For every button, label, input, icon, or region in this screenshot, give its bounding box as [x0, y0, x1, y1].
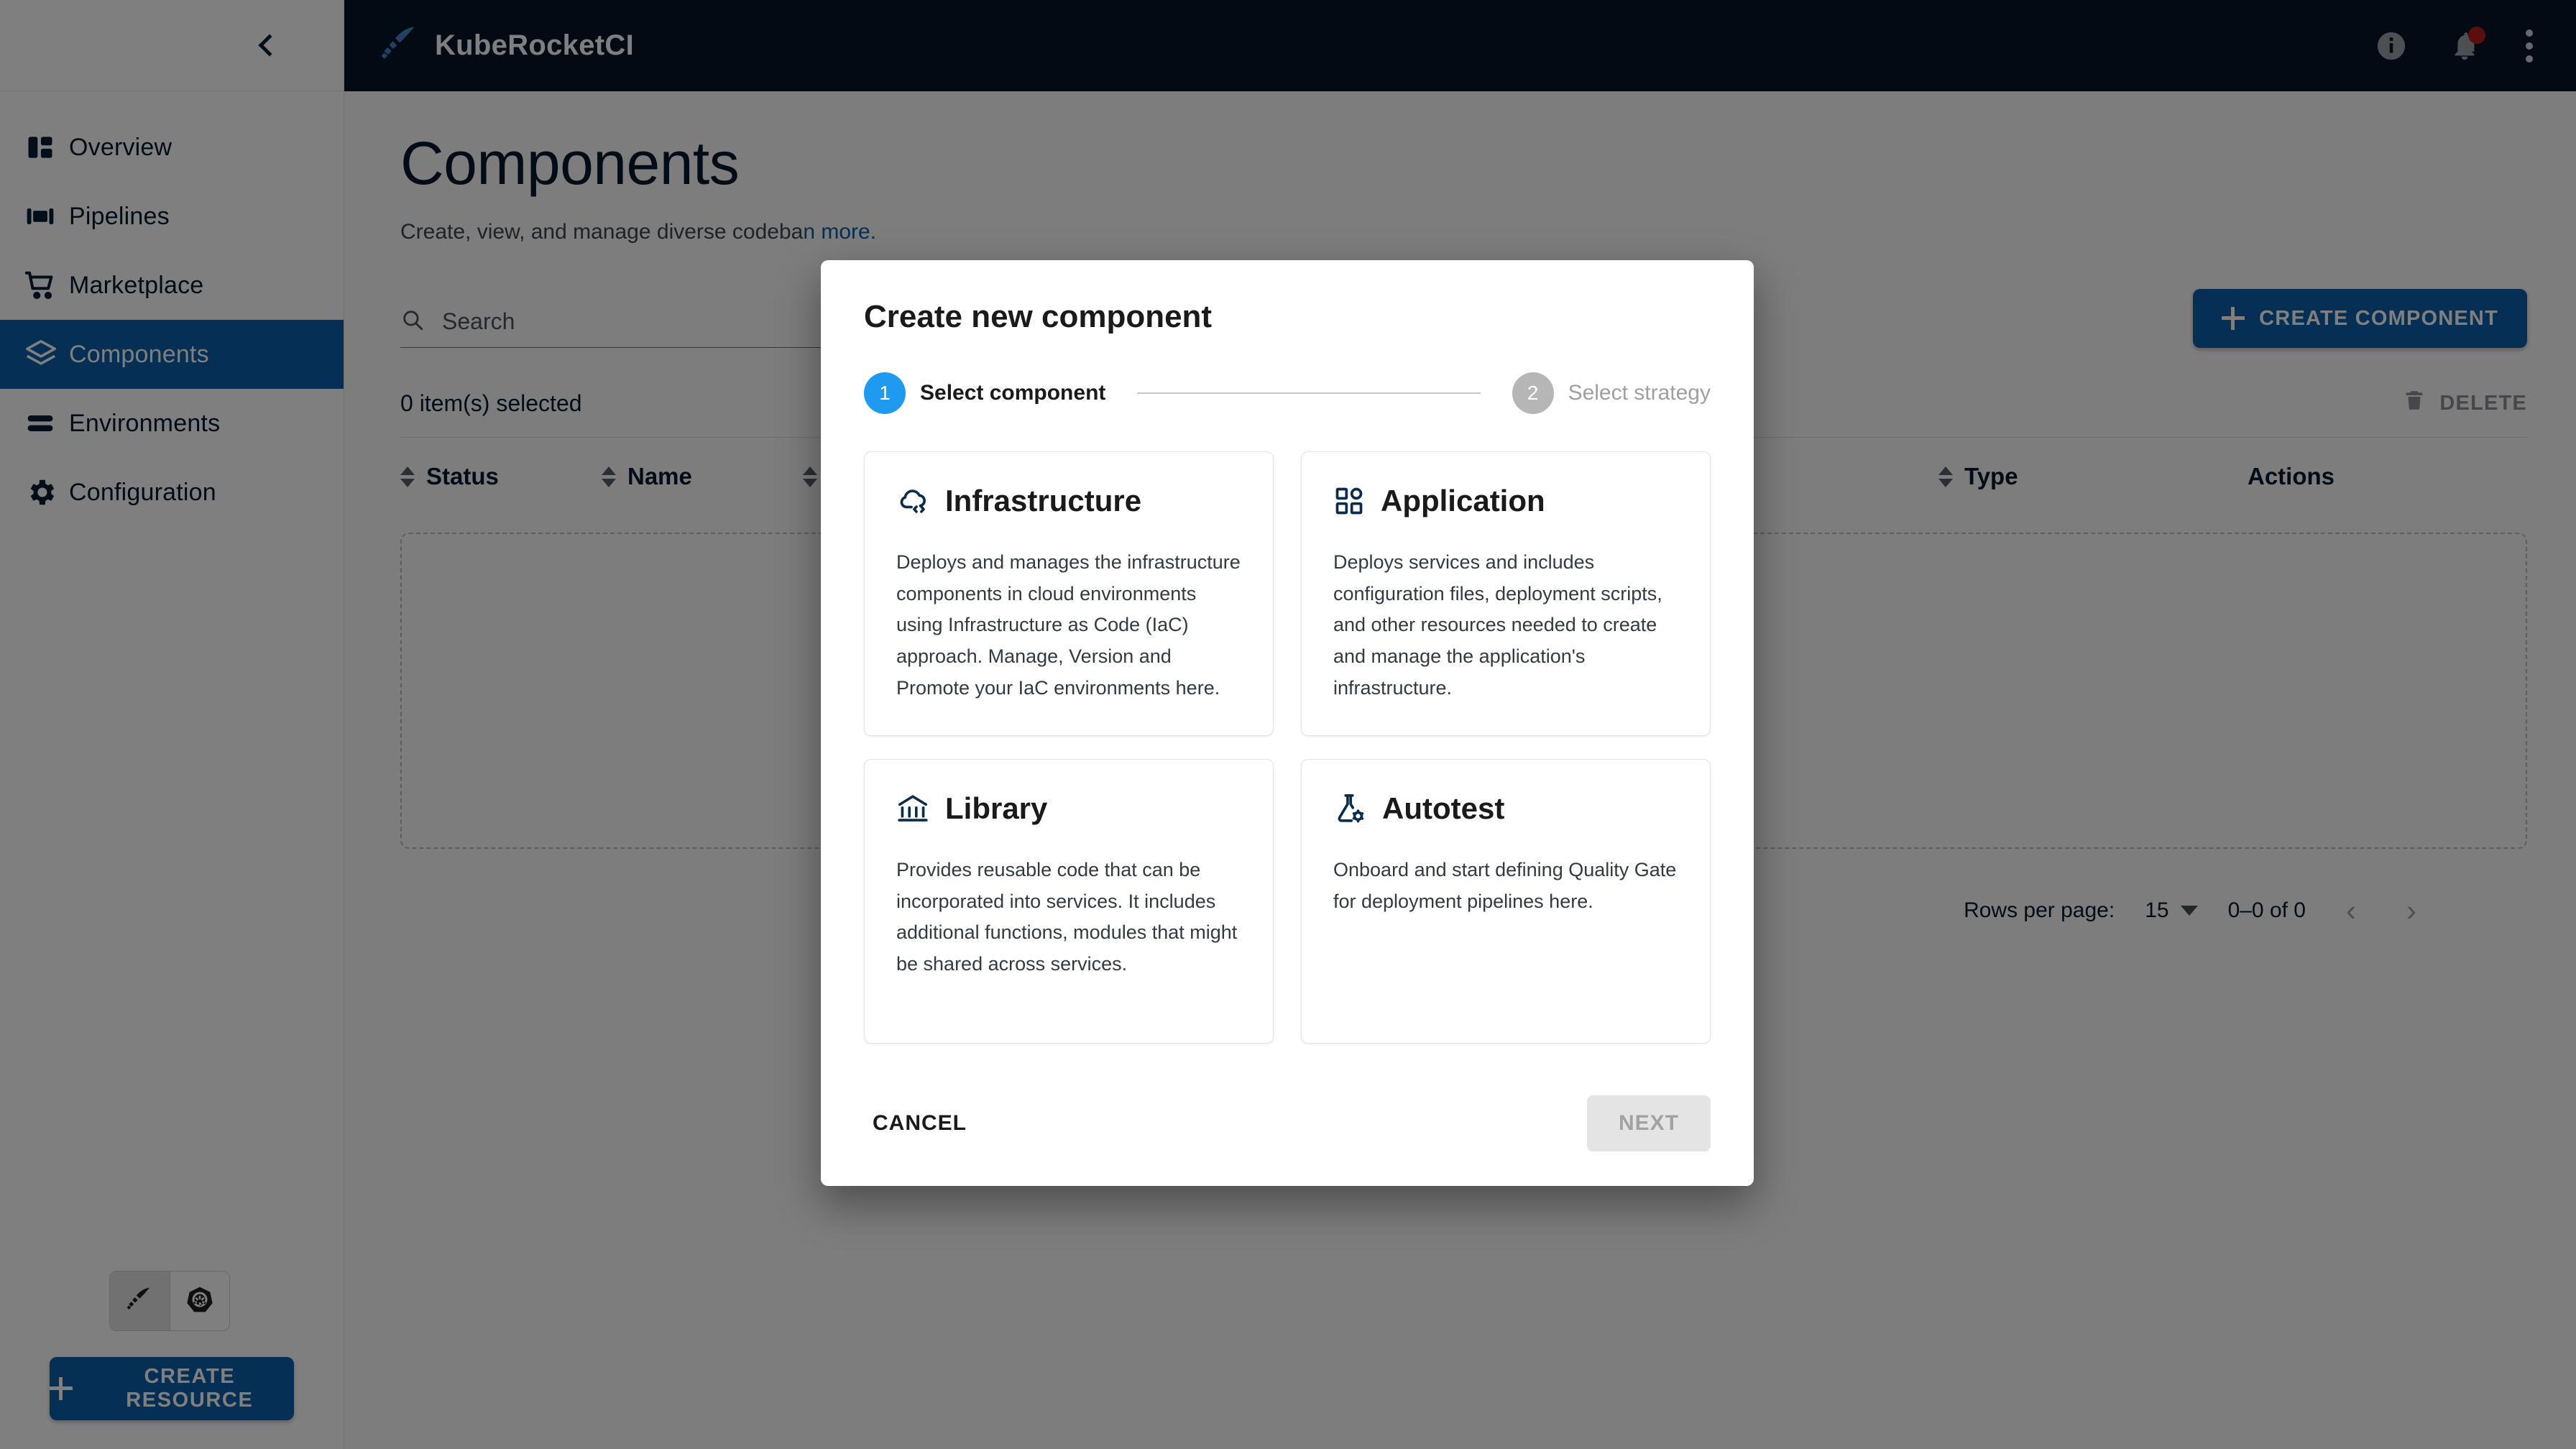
card-title: Infrastructure [945, 484, 1142, 518]
step-select-component[interactable]: 1 Select component [864, 372, 1105, 414]
cloud-code-icon [896, 484, 929, 518]
dialog-footer: CANCEL NEXT [821, 1095, 1754, 1186]
step-number-badge: 2 [1512, 372, 1554, 414]
card-title: Autotest [1382, 791, 1505, 825]
card-description: Onboard and start defining Quality Gate … [1333, 859, 1677, 912]
component-type-cards: Infrastructure Deploys and manages the i… [821, 414, 1754, 1044]
card-header: Library [896, 791, 1241, 826]
stepper-connector [1137, 392, 1481, 394]
card-infrastructure[interactable]: Infrastructure Deploys and manages the i… [864, 451, 1274, 736]
step-select-strategy: 2 Select strategy [1512, 372, 1711, 414]
card-description: Deploys services and includes configurat… [1333, 551, 1662, 699]
flask-gear-icon [1333, 792, 1366, 825]
card-header: Application [1333, 484, 1678, 518]
screen-root: Overview Pipelines [0, 0, 2576, 1449]
card-title: Application [1381, 484, 1545, 518]
app-grid-icon [1333, 485, 1365, 517]
card-autotest[interactable]: Autotest Onboard and start defining Qual… [1301, 759, 1711, 1044]
card-description: Deploys and manages the infrastructure c… [896, 551, 1241, 699]
stepper: 1 Select component 2 Select strategy [821, 335, 1754, 414]
step-label: Select component [920, 381, 1106, 405]
dialog-title: Create new component [864, 299, 1213, 334]
card-application[interactable]: Application Deploys services and include… [1301, 451, 1711, 736]
card-header: Autotest [1333, 791, 1678, 826]
card-header: Infrastructure [896, 484, 1241, 518]
cancel-button[interactable]: CANCEL [864, 1100, 975, 1147]
next-button[interactable]: NEXT [1586, 1095, 1711, 1151]
create-component-dialog: Create new component 1 Select component … [821, 260, 1754, 1186]
step-number-badge: 1 [864, 372, 906, 414]
card-library[interactable]: Library Provides reusable code that can … [864, 759, 1274, 1044]
card-description: Provides reusable code that can be incor… [896, 859, 1238, 975]
step-label: Select strategy [1568, 381, 1711, 405]
library-building-icon [896, 792, 929, 825]
card-title: Library [945, 791, 1048, 825]
